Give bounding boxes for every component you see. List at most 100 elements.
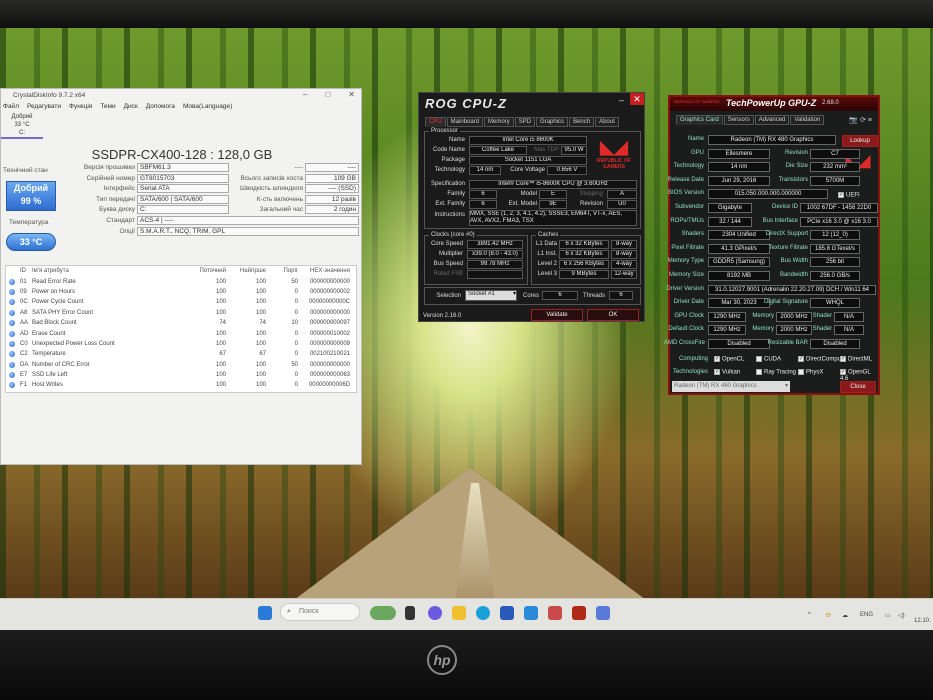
camera-icon[interactable]: 📷 <box>849 117 858 124</box>
volume-icon[interactable]: ◁) <box>898 612 905 619</box>
menu-item[interactable]: Теми <box>100 103 115 110</box>
table-row[interactable]: C0 Unexpected Power Loss Count 100 100 0 0000… <box>6 339 356 349</box>
table-cell: Bad Block Count <box>32 320 77 327</box>
onedrive-icon[interactable]: ☁ <box>842 612 848 619</box>
extfamily-label: Ext. Family <box>435 201 465 207</box>
field-value: 2304 Unified <box>708 230 770 241</box>
table-row[interactable]: E7 SSD Life Left 100 100 0 000000000063 <box>6 370 356 380</box>
tab-sensors[interactable]: Sensors <box>723 115 754 125</box>
gpuz-taskbar-icon[interactable] <box>572 606 586 620</box>
table-row[interactable]: 09 Power on Hours 100 100 0 000000000002 <box>6 287 356 297</box>
disk-temp: 33 °C <box>14 122 30 128</box>
tab-about[interactable]: About <box>595 117 619 127</box>
copilot-icon[interactable] <box>428 606 442 620</box>
field-value: 31.0.12027.9001 (Adrenalin 22.20.27.09) … <box>708 284 876 295</box>
menu-item[interactable]: Редагувати <box>27 103 61 110</box>
refresh-icon[interactable]: ⟳ <box>860 117 866 124</box>
technologies-checkbox[interactable]: ✓ Vulkan <box>714 369 740 376</box>
computing-checkbox[interactable]: ✓ OpenCL <box>714 356 744 363</box>
computing-checkbox[interactable]: CUDA <box>756 356 781 363</box>
menu-icon[interactable]: ≡ <box>868 117 872 124</box>
header-cell[interactable]: Поріг <box>266 268 298 274</box>
table-row[interactable]: C2 Temperature 67 67 0 002100210021 <box>6 349 356 359</box>
network-icon[interactable]: ▭ <box>885 612 891 619</box>
corespeed-value: 3891.42 MHz <box>467 240 523 249</box>
socket-select[interactable]: Socket #1 ▾ <box>465 290 517 301</box>
field-value: SATA/600 | SATA/600 <box>137 194 229 204</box>
search-box[interactable]: ⌕ Поиск <box>280 603 360 621</box>
close-button[interactable]: Close <box>840 381 876 393</box>
task-view-icon[interactable] <box>405 606 415 620</box>
table-cell: 000000010002 <box>309 330 350 337</box>
field-value: WHQL <box>810 298 860 309</box>
header-cell[interactable]: HEX-значення <box>298 268 356 274</box>
menu-item[interactable]: Файл <box>3 103 19 110</box>
widgets-icon[interactable] <box>370 606 396 620</box>
field-label: Device ID <box>771 204 798 210</box>
ok-button[interactable]: OK <box>587 309 639 321</box>
menu-item[interactable]: Диск <box>124 103 138 110</box>
technologies-checkbox[interactable]: PhysX <box>798 369 823 376</box>
tab-advanced[interactable]: Advanced <box>754 115 790 125</box>
close-button[interactable]: ✕ <box>630 93 644 105</box>
header-cell[interactable]: Ім'я атрибута <box>32 268 192 274</box>
tab-spd[interactable]: SPD <box>514 117 536 127</box>
store-icon[interactable] <box>500 606 514 620</box>
clock-date[interactable]: 12.10. <box>914 618 931 624</box>
table-row[interactable]: AA Bad Block Count 74 74 10 000000000097 <box>6 318 356 328</box>
header-cell[interactable]: ID <box>20 268 32 274</box>
tab-graphics[interactable]: Graphics <box>536 117 569 127</box>
health-status-button[interactable]: Добрий 99 % <box>6 181 56 211</box>
table-row[interactable]: DA Number of CRC Error 100 100 50 00000000000… <box>6 360 356 370</box>
validate-button[interactable]: Validate <box>531 309 583 321</box>
computing-checkbox[interactable]: ✓ DirectCompute <box>798 356 846 363</box>
stepping-label: Stepping <box>579 191 603 197</box>
field-value: Jun 29, 2016 <box>708 175 770 186</box>
edge-icon[interactable] <box>476 606 490 620</box>
field-label: Загальний час <box>259 206 303 214</box>
package-label: Package <box>441 157 465 163</box>
field-value: SBFM61.3 <box>137 163 229 172</box>
technologies-checkbox[interactable]: Ray Tracing <box>756 369 796 376</box>
language-indicator[interactable]: ENG <box>860 612 873 618</box>
cpuz-taskbar-icon[interactable] <box>548 606 562 620</box>
disk-tab-c[interactable]: Добрий 33 °C C: <box>1 113 43 139</box>
table-cell: 100 <box>255 382 266 389</box>
header-cell[interactable]: Найгірше <box>226 268 266 274</box>
computing-checkbox[interactable]: ✓ DirectML <box>840 356 872 363</box>
minimize-button[interactable]: – <box>303 90 307 99</box>
table-row[interactable]: F1 Host Writes 100 100 0 00000000006D <box>6 380 356 390</box>
table-row[interactable]: 01 Read Error Rate 100 100 50 000000000000 <box>6 276 356 286</box>
table-cell: 100 <box>215 288 226 295</box>
table-row[interactable]: A8 SATA PHY Error Count 100 100 0 00000000000… <box>6 308 356 318</box>
menu-item[interactable]: Допомога <box>146 103 175 110</box>
computing-row: Computing ✓ OpenCL CUDA ✓ DirectCompute ✓ Direc… <box>674 355 874 366</box>
header-cell[interactable]: Поточний <box>192 268 226 274</box>
outlook-icon[interactable] <box>524 606 538 620</box>
voltage-value: 0.656 V <box>547 166 587 175</box>
menu-item[interactable]: Функція <box>69 103 92 110</box>
status-dot-icon <box>9 340 15 347</box>
crystaldiskinfo-taskbar-icon[interactable] <box>596 606 610 620</box>
start-icon[interactable] <box>258 606 272 620</box>
technologies-checkbox[interactable]: ✓ OpenGL 4.6 <box>840 369 874 382</box>
tab-bench[interactable]: Bench <box>569 117 595 127</box>
table-cell: Temperature <box>32 351 66 358</box>
table-row[interactable]: 0C Power Cycle Count 100 100 0 00000000000C <box>6 297 356 307</box>
tab-cpu[interactable]: CPU <box>425 117 446 127</box>
close-button[interactable]: ✕ <box>348 90 355 99</box>
menu-item[interactable]: Мова(Language) <box>183 103 232 110</box>
tab-mainboard[interactable]: Mainboard <box>446 117 484 127</box>
file-explorer-icon[interactable] <box>452 606 466 620</box>
table-row[interactable]: AD Erase Count 100 100 0 000000010002 <box>6 328 356 338</box>
chevron-up-icon[interactable]: ^ <box>808 612 811 618</box>
update-icon[interactable]: ⟳ <box>826 612 831 619</box>
tab-validation[interactable]: Validation <box>790 115 825 125</box>
gpu-select[interactable]: Radeon (TM) RX 480 Graphics ▾ <box>672 381 790 392</box>
tab-memory[interactable]: Memory <box>484 117 514 127</box>
tab-graphics-card[interactable]: Graphics Card <box>676 115 723 125</box>
minimize-button[interactable]: – <box>619 95 624 105</box>
temperature-button[interactable]: 33 °C <box>6 233 56 251</box>
maximize-button[interactable]: □ <box>325 90 330 99</box>
voltage-label: Core Voltage <box>510 167 545 173</box>
